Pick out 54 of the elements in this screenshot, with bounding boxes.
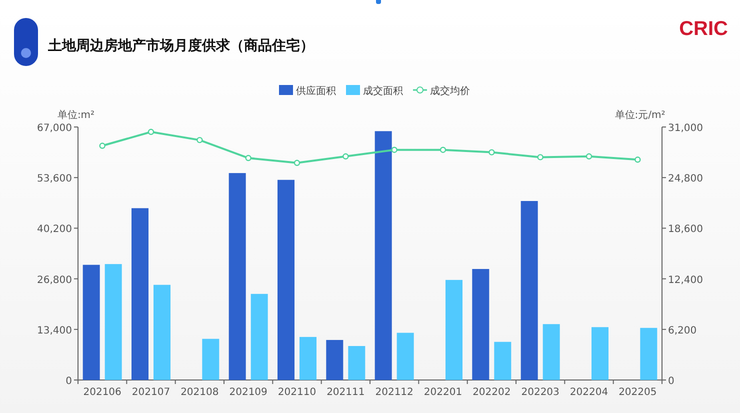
axis-tick-label: 202109 <box>229 387 268 398</box>
data-point <box>245 154 252 162</box>
axis-tick-label: 26,800 <box>37 274 72 286</box>
bar <box>542 324 560 380</box>
axis-tick-label: 13,400 <box>37 325 72 336</box>
chart-title: 土地周边房地产市场月度供求（商品住宅） <box>48 36 314 56</box>
legend-label: 供应面积 <box>296 86 336 97</box>
data-point <box>196 136 203 144</box>
data-point <box>148 128 154 135</box>
data-point <box>440 146 446 153</box>
axis-tick-label: 18,600 <box>668 224 703 236</box>
bar <box>592 327 608 380</box>
legend-label: 成交面积 <box>363 86 403 97</box>
axis-title: 单位:m² <box>57 110 95 121</box>
bar <box>494 342 512 380</box>
data-point <box>634 156 641 163</box>
bar <box>202 338 220 380</box>
axis-tick-label: 67,000 <box>37 123 72 134</box>
logo: CRIC <box>679 17 728 42</box>
bar <box>326 340 344 380</box>
axis-tick-label: 202107 <box>132 387 170 398</box>
pill-icon <box>14 18 38 66</box>
legend-label: 成交均价 <box>430 86 470 97</box>
axis-tick-label: 0 <box>668 376 674 387</box>
axis-tick-label: 31,000 <box>668 123 703 134</box>
axis-tick-label: 202106 <box>83 387 122 398</box>
axis-tick-label: 0 <box>66 376 72 387</box>
data-point <box>488 149 495 156</box>
axis-tick-label: 6,200 <box>668 325 697 336</box>
data-point <box>99 142 106 149</box>
indicator-mark <box>376 0 381 4</box>
axis-tick-label: 202203 <box>521 387 560 398</box>
bar <box>348 346 366 380</box>
axis-tick-label: 202108 <box>180 387 219 398</box>
axis-tick-label: 202110 <box>278 387 316 398</box>
data-point <box>586 153 592 160</box>
bar <box>300 336 316 380</box>
axis-tick-label: 40,200 <box>37 224 72 236</box>
bar <box>396 332 414 380</box>
axis-tick-label: 12,400 <box>668 274 703 286</box>
data-point <box>342 153 349 160</box>
axis-tick-label: 202204 <box>570 387 608 398</box>
axis-tick-label: 202112 <box>375 387 414 398</box>
axis-tick-label: 24,800 <box>668 174 703 185</box>
axis-title: 单位:元/m² <box>614 110 666 121</box>
data-point <box>391 146 398 153</box>
axis-tick-label: 202202 <box>472 387 511 398</box>
axis-tick-label: 53,600 <box>37 174 72 185</box>
axis-tick-label: 202111 <box>326 387 365 398</box>
axis-tick-label: 202205 <box>618 387 657 398</box>
data-point <box>294 160 300 166</box>
axis-tick-label: 202201 <box>424 387 462 398</box>
data-point <box>537 154 544 160</box>
bar <box>640 328 658 380</box>
